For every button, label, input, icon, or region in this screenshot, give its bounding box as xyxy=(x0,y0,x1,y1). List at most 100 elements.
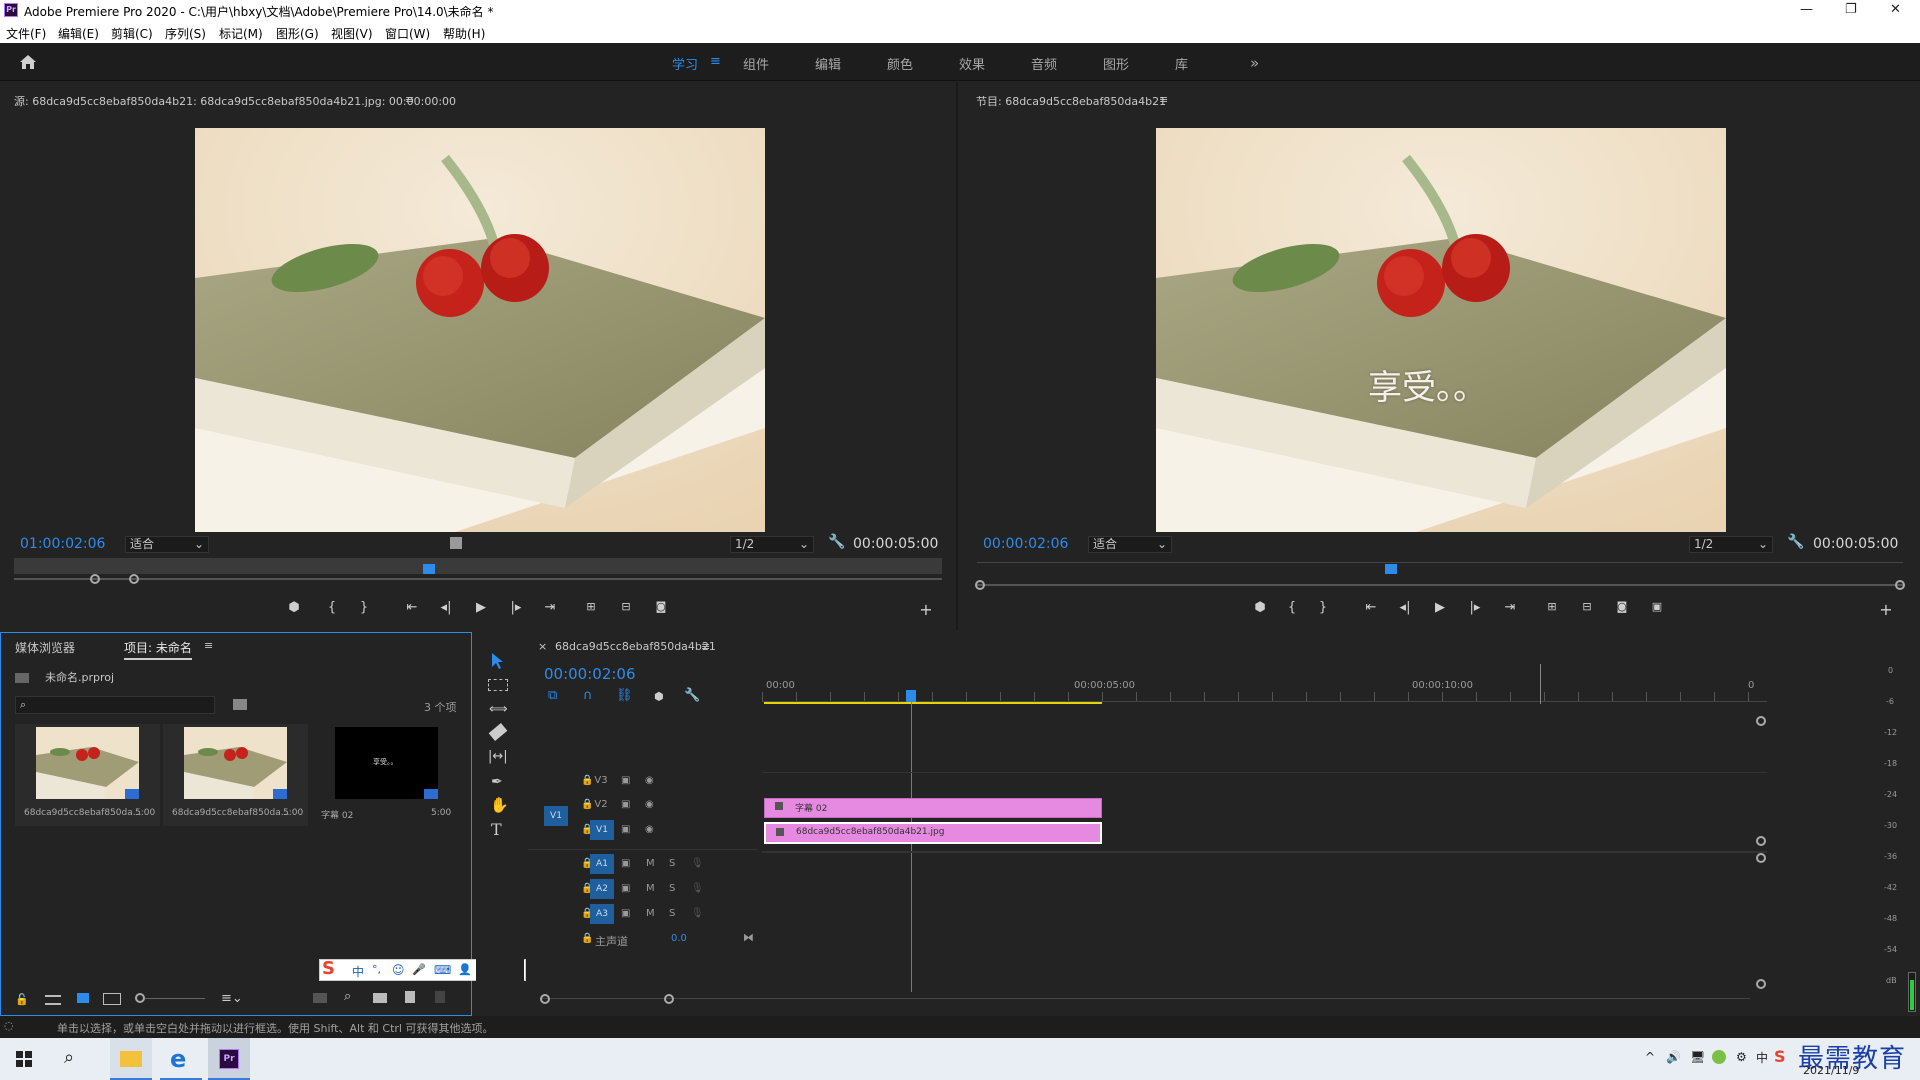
sort-icon[interactable]: ≡⌄ xyxy=(221,991,243,1006)
source-overwrite-icon[interactable]: ⊟ xyxy=(617,600,635,613)
program-export-frame-camera-icon[interactable]: ◙ xyxy=(1613,600,1631,613)
close-window-button[interactable]: ✕ xyxy=(1890,2,1901,17)
source-play-button[interactable]: ▶ xyxy=(472,600,490,615)
tray-app-icon[interactable] xyxy=(1712,1050,1726,1064)
ime-voice-icon[interactable]: 🎤 xyxy=(412,963,426,976)
workspace-tab-audio[interactable]: 音频 xyxy=(1031,54,1057,73)
menu-marker[interactable]: 标记(M) xyxy=(219,25,263,42)
workspace-tab-assembly[interactable]: 组件 xyxy=(743,54,769,73)
home-icon[interactable] xyxy=(18,53,38,71)
program-settings-wrench-icon[interactable]: 🔧 xyxy=(1787,534,1804,550)
source-add-button[interactable]: + xyxy=(917,600,935,619)
taskbar-edge[interactable]: e xyxy=(160,1038,202,1080)
track-label-v1[interactable]: V1 xyxy=(590,820,614,840)
project-search-input[interactable]: ⌕ xyxy=(15,696,215,714)
program-zoom-handle-left[interactable] xyxy=(975,580,985,590)
track-eye-icon[interactable]: ◉ xyxy=(645,775,654,786)
tab-media-browser[interactable]: 媒体浏览器 xyxy=(15,639,75,656)
source-add-marker-button[interactable]: ⬢ xyxy=(285,600,303,615)
source-clip-icon[interactable] xyxy=(450,537,462,549)
minimize-button[interactable]: — xyxy=(1800,2,1813,17)
program-lift-icon[interactable]: ⊞ xyxy=(1543,600,1561,613)
track-output-icon[interactable]: ▣ xyxy=(621,775,630,786)
automate-to-sequence-icon[interactable] xyxy=(313,993,327,1003)
source-panel-menu-icon[interactable]: ≡ xyxy=(405,93,414,106)
sogou-logo-icon[interactable]: S xyxy=(322,958,335,979)
mute-button[interactable]: M xyxy=(646,858,655,869)
mute-button[interactable]: M xyxy=(646,908,655,919)
source-video-frame[interactable] xyxy=(195,128,765,532)
program-panel-menu-icon[interactable]: ≡ xyxy=(1159,93,1168,106)
workspace-tab-graphics[interactable]: 图形 xyxy=(1103,54,1129,73)
track-eye-icon[interactable]: ◉ xyxy=(645,824,654,835)
type-tool-icon[interactable]: T xyxy=(491,820,502,839)
mute-button[interactable]: M xyxy=(646,883,655,894)
workspace-tab-color[interactable]: 颜色 xyxy=(887,54,913,73)
project-panel-menu-icon[interactable]: ≡ xyxy=(204,639,213,652)
timeline-clip-image[interactable]: 68dca9d5cc8ebaf850da4b21.jpg xyxy=(764,822,1102,844)
master-volume-value[interactable]: 0.0 xyxy=(671,933,687,944)
nest-toggle-icon[interactable]: ⧉ xyxy=(548,688,557,703)
source-go-to-in-button[interactable]: ⇤ xyxy=(403,600,421,615)
program-add-button[interactable]: + xyxy=(1877,600,1895,619)
razor-tool-icon[interactable] xyxy=(488,723,508,741)
track-sync-icon[interactable]: ▣ xyxy=(621,858,630,869)
ime-emoji-icon[interactable]: ☺ xyxy=(392,963,405,977)
workspace-tab-learn[interactable]: 学习 xyxy=(672,54,698,73)
program-zoom-handle-right[interactable] xyxy=(1895,580,1905,590)
timeline-settings-wrench-icon[interactable]: 🔧 xyxy=(684,688,700,703)
track-label-a3[interactable]: A3 xyxy=(590,904,614,924)
menu-view[interactable]: 视图(V) xyxy=(331,25,373,42)
find-icon[interactable]: ⌕ xyxy=(344,989,351,1004)
linked-selection-icon[interactable]: ⛓ xyxy=(616,688,633,703)
source-zoom-handle-left[interactable] xyxy=(90,574,100,584)
program-fit-dropdown[interactable]: 适合 ⌄ xyxy=(1088,536,1172,553)
ripple-edit-tool-icon[interactable]: ⟺ xyxy=(489,702,508,717)
menu-window[interactable]: 窗口(W) xyxy=(385,25,430,42)
track-output-icon[interactable]: ▣ xyxy=(621,799,630,810)
taskbar-premiere[interactable]: Pr xyxy=(208,1038,250,1080)
program-scrub-bar[interactable] xyxy=(977,562,1903,563)
video-vscroll-handle[interactable] xyxy=(1756,836,1766,846)
timeline-tab-close-icon[interactable]: × xyxy=(538,640,547,653)
snap-magnet-icon[interactable]: ∩ xyxy=(583,688,593,703)
taskbar-search-icon[interactable]: ⌕ xyxy=(64,1047,74,1068)
source-playhead[interactable] xyxy=(423,564,435,574)
restore-button[interactable]: ❐ xyxy=(1845,2,1857,17)
timeline-hscroll[interactable] xyxy=(540,998,1750,999)
lock-icon[interactable]: 🔓 xyxy=(15,993,29,1006)
program-monitor-title[interactable]: 节目: 68dca9d5cc8ebaf850da4b21 xyxy=(976,93,1166,109)
menu-help[interactable]: 帮助(H) xyxy=(443,25,485,42)
workspace-menu-icon[interactable]: ≡ xyxy=(710,54,721,69)
ime-language-toggle[interactable]: 中 xyxy=(352,963,364,980)
track-label-a1[interactable]: A1 xyxy=(590,854,614,874)
tray-settings-icon[interactable]: ⚙ xyxy=(1736,1050,1747,1064)
windows-start-icon[interactable] xyxy=(16,1051,32,1067)
new-bin-icon[interactable] xyxy=(373,993,387,1003)
timeline-timecode[interactable]: 00:00:02:06 xyxy=(544,665,636,683)
taskbar-file-explorer[interactable] xyxy=(110,1038,152,1080)
timeline-zoom-handle-left[interactable] xyxy=(540,994,550,1004)
timeline-playhead-handle[interactable] xyxy=(906,690,916,702)
voiceover-mic-icon[interactable]: 🎙 xyxy=(691,908,704,919)
program-add-marker-button[interactable]: ⬢ xyxy=(1251,600,1269,615)
source-zoom-handle-right[interactable] xyxy=(129,574,139,584)
sogou-tray-icon[interactable]: S xyxy=(1774,1047,1786,1066)
menu-file[interactable]: 文件(F) xyxy=(6,25,46,42)
zoom-slider[interactable] xyxy=(145,998,205,999)
slip-tool-icon[interactable]: |↔| xyxy=(488,749,508,764)
audio-vscroll-handle[interactable] xyxy=(1756,853,1766,863)
track-eye-icon[interactable]: ◉ xyxy=(645,799,654,810)
program-step-forward-button[interactable]: |▸ xyxy=(1466,600,1484,615)
timeline-clip-title[interactable]: 字幕 02 xyxy=(764,798,1102,818)
track-label-a2[interactable]: A2 xyxy=(590,879,614,899)
add-marker-icon[interactable]: ⬢ xyxy=(654,690,664,703)
program-resolution-dropdown[interactable]: 1/2 ⌄ xyxy=(1689,536,1773,553)
voiceover-mic-icon[interactable]: 🎙 xyxy=(691,883,704,894)
program-mark-in-button[interactable]: { xyxy=(1283,600,1301,615)
project-item[interactable]: 68dca9d5cc8ebaf850da... 5:00 xyxy=(15,724,160,826)
tray-chevron-icon[interactable]: ^ xyxy=(1645,1050,1655,1064)
track-output-icon[interactable]: ▣ xyxy=(621,824,630,835)
track-label-v2[interactable]: V2 xyxy=(588,799,614,810)
menu-graphics[interactable]: 图形(G) xyxy=(276,25,319,42)
